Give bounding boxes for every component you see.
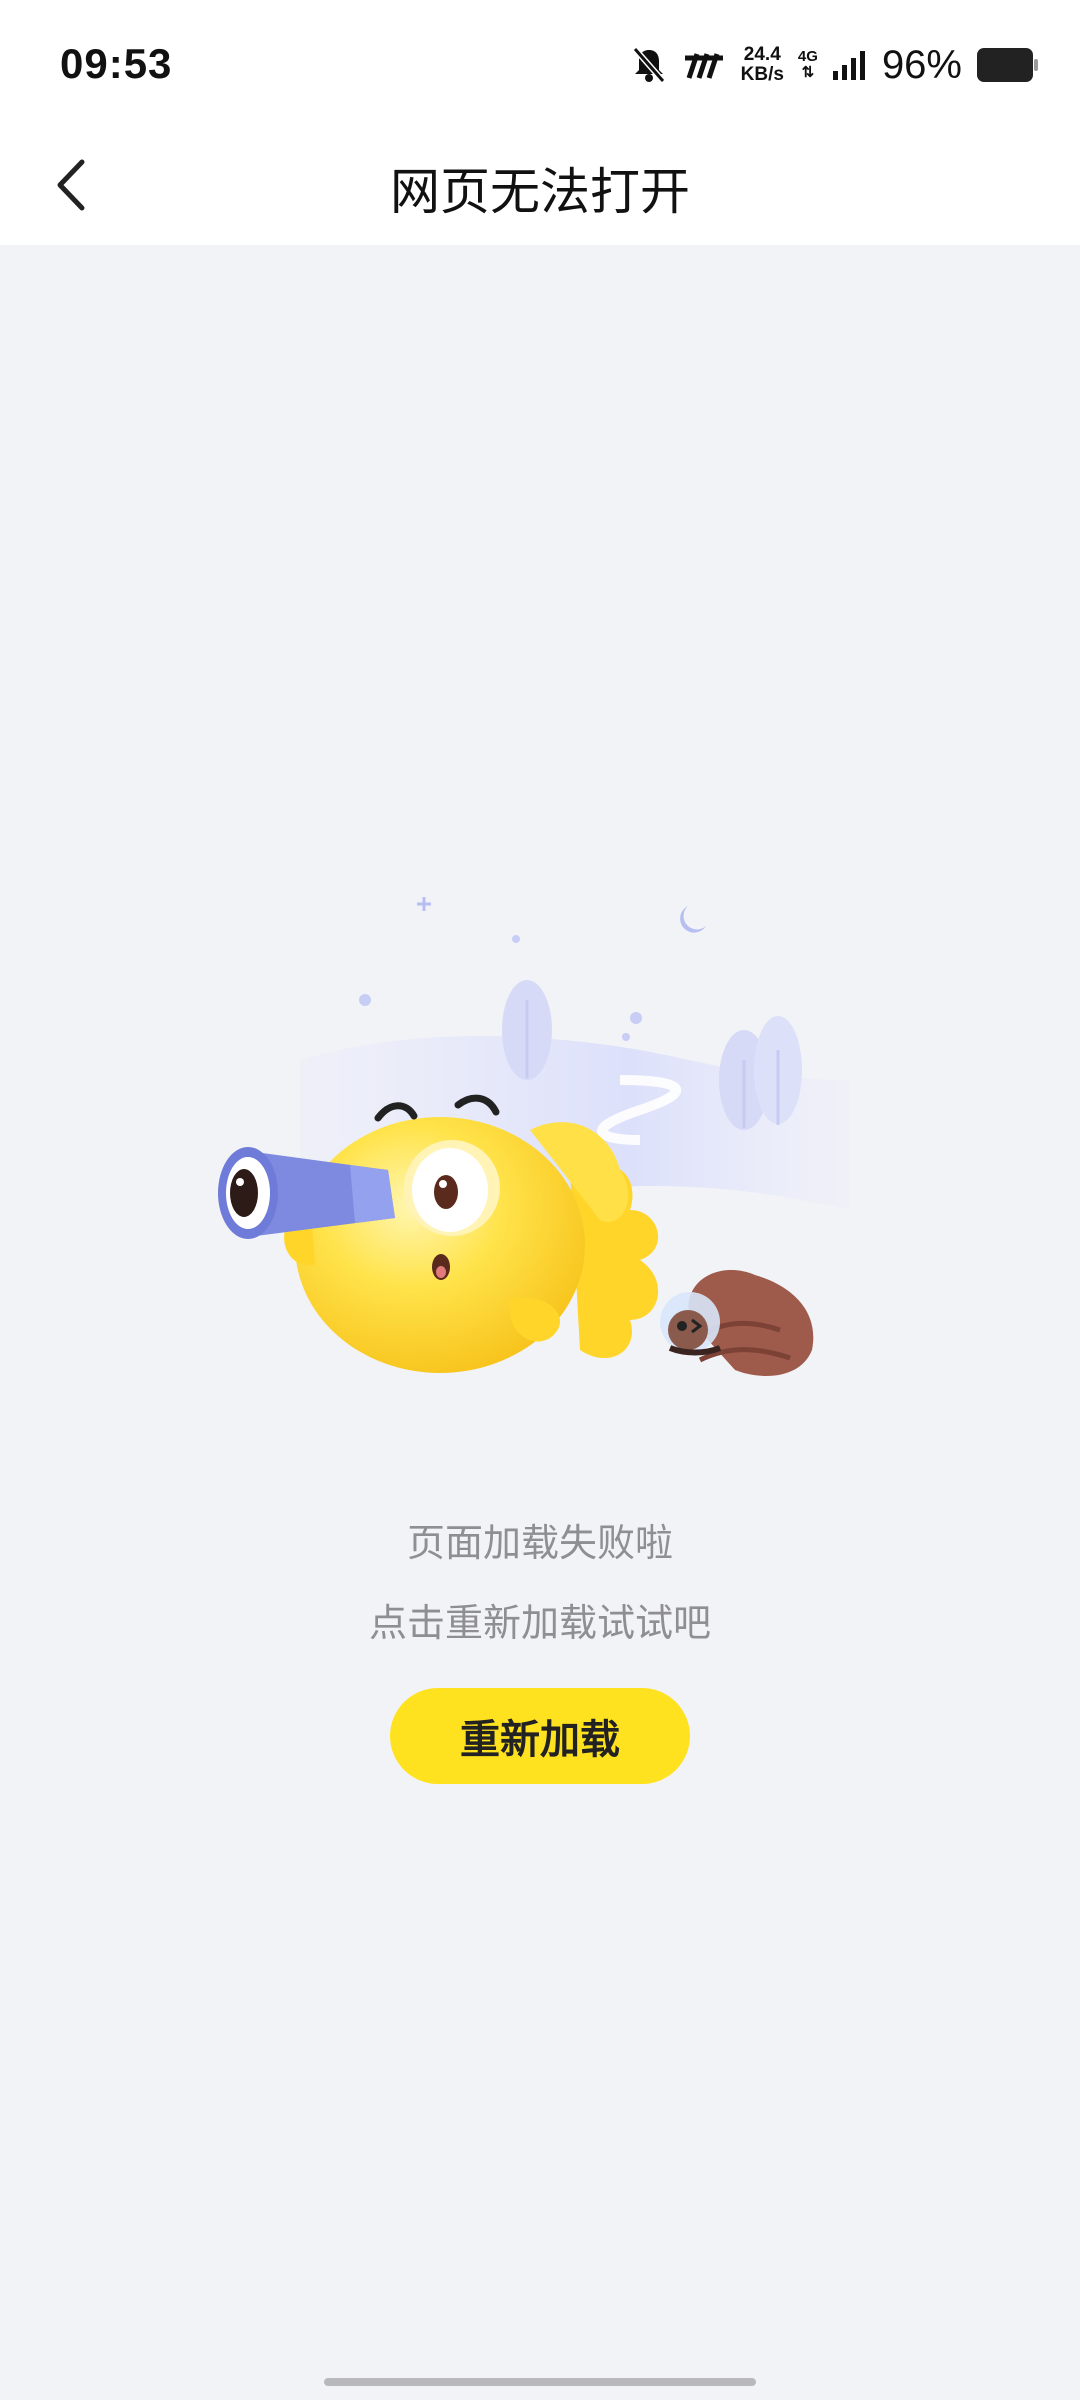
header-bar: 网页无法打开 [0, 130, 1080, 245]
signal-icon [832, 51, 865, 80]
error-message-line2: 点击重新加载试试吧 [368, 1601, 711, 1645]
battery-icon [977, 48, 1038, 82]
error-message-line1: 页面加载失败啦 [406, 1521, 673, 1565]
snail-character [660, 1270, 814, 1376]
sparkle-icon [359, 897, 642, 1041]
nfc-icon [684, 53, 723, 79]
network-type: 4G ⇅ [798, 49, 818, 81]
reload-button[interactable]: 重新加载 [390, 1688, 690, 1784]
moon-icon [680, 906, 706, 933]
mute-bell-icon [632, 47, 665, 83]
battery-percent: 96% [881, 42, 962, 87]
network-type-label: 4G [797, 48, 818, 65]
network-speed-unit: KB/s [740, 64, 784, 85]
data-arrows-icon: ⇅ [801, 64, 815, 81]
page-title: 网页无法打开 [390, 163, 690, 221]
status-time: 09:53 [60, 40, 173, 87]
network-speed-value: 24.4 [743, 44, 781, 65]
fish-telescope-illustration [218, 897, 850, 1376]
status-bar: 09:53 24.4 KB/s 4G ⇅ 96% [0, 0, 1080, 130]
home-indicator[interactable] [324, 2378, 756, 2386]
network-speed: 24.4 KB/s [741, 45, 784, 85]
status-icons: 24.4 KB/s 4G ⇅ 96% [629, 40, 1040, 90]
